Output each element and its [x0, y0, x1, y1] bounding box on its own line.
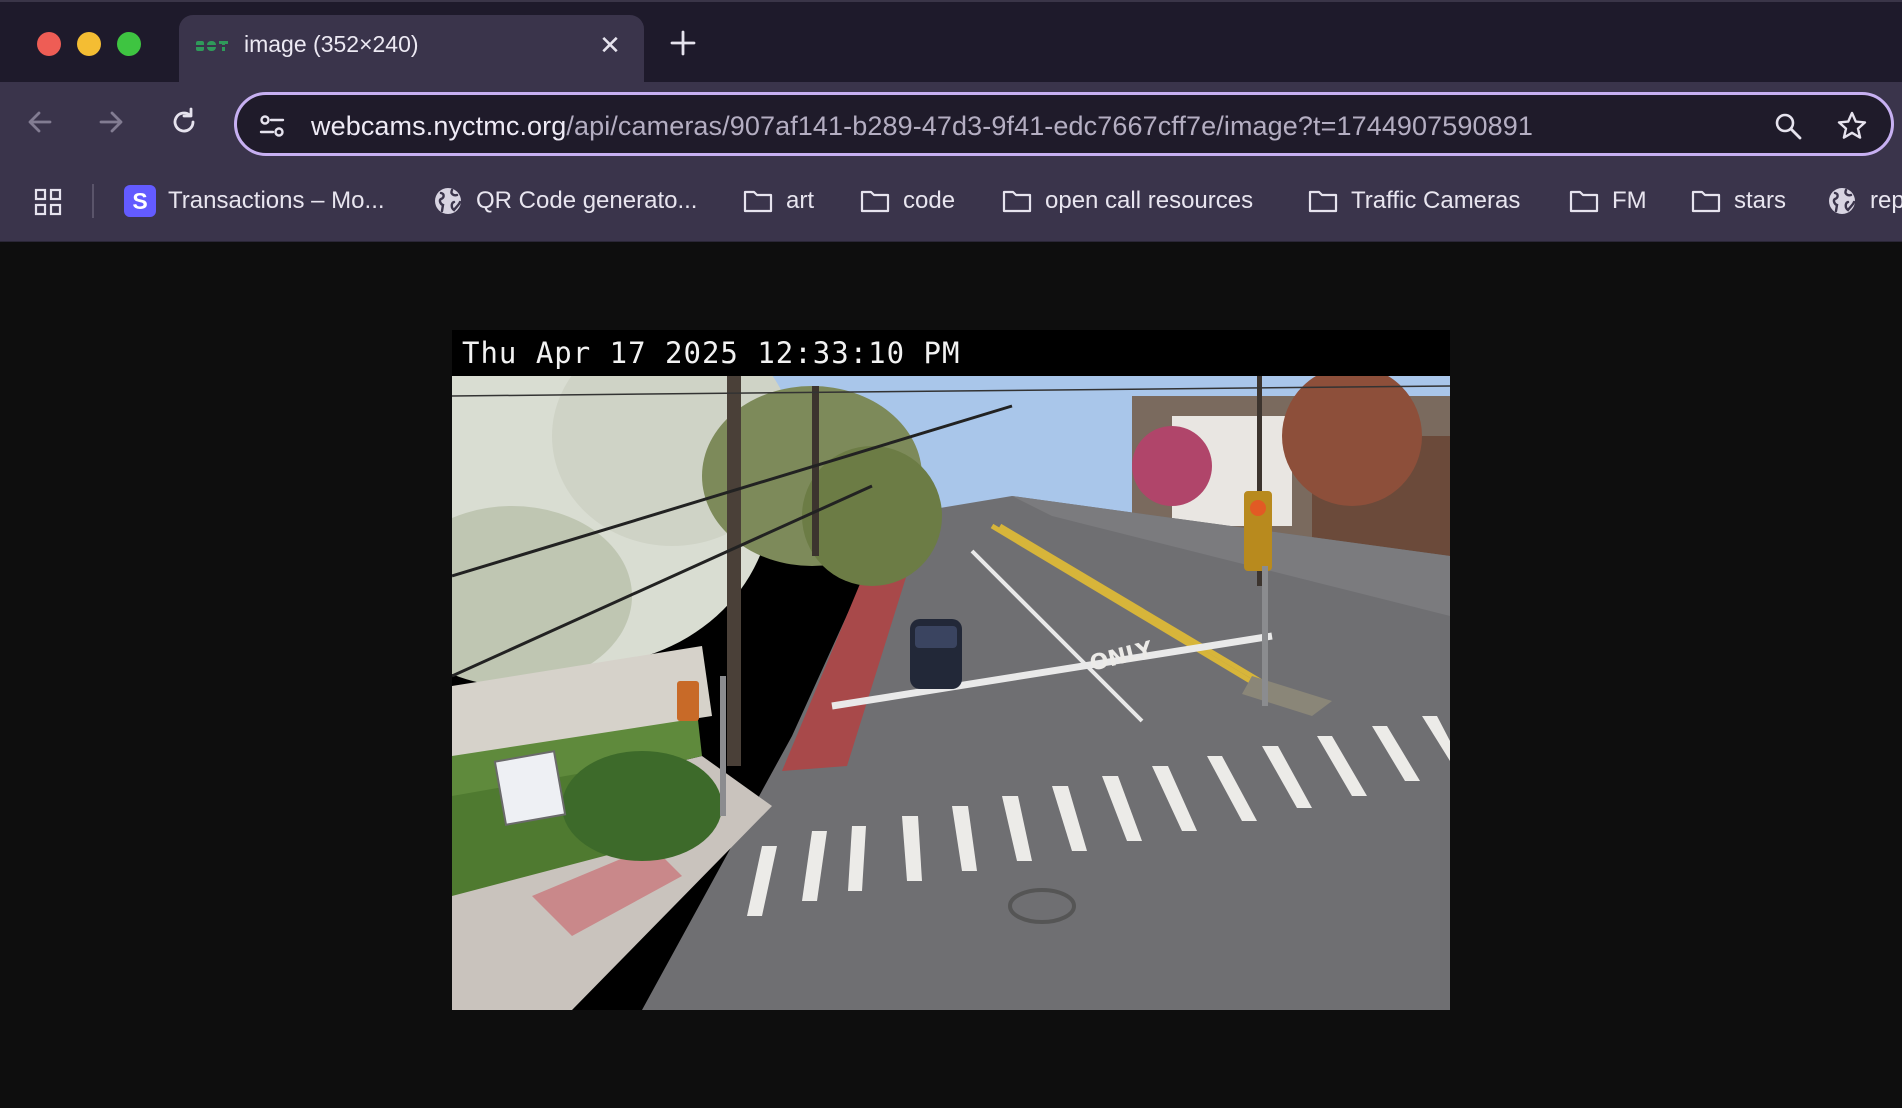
arrow-right-icon[interactable]: [93, 104, 129, 140]
camera-timestamp: Thu Apr 17 2025 12:33:10 PM: [462, 336, 961, 370]
plus-icon[interactable]: [668, 28, 698, 58]
active-tab[interactable]: image (352×240) ✕: [179, 15, 644, 84]
tab-strip: image (352×240) ✕: [0, 0, 1902, 84]
magnifier-icon[interactable]: [1773, 111, 1803, 141]
traffic-camera-image[interactable]: Thu Apr 17 2025 12:33:10 PM ONLY: [452, 330, 1450, 1010]
bookmark-label: art: [786, 187, 815, 214]
folder-icon: [1308, 190, 1338, 213]
globe-icon: [435, 188, 462, 214]
globe-icon: [1829, 188, 1856, 214]
page-viewport: Thu Apr 17 2025 12:33:10 PM ONLY: [0, 242, 1902, 1108]
street-intersection-scene: ONLY: [452, 376, 1450, 1010]
bookmark-label: open call resources: [1045, 187, 1254, 214]
star-icon[interactable]: [1835, 109, 1869, 143]
bookmark-folder-fm[interactable]: FM: [1568, 180, 1647, 222]
bookmark-label: rep: [1870, 187, 1902, 214]
bookmark-label: code: [903, 187, 956, 214]
bookmark-transactions[interactable]: S Transactions – Mo...: [124, 180, 385, 222]
bookmark-rep[interactable]: rep: [1826, 180, 1902, 222]
folder-icon: [743, 190, 773, 213]
bookmark-folder-stars[interactable]: stars: [1690, 180, 1786, 222]
bookmark-qr-code[interactable]: QR Code generato...: [432, 180, 697, 222]
arrow-left-icon[interactable]: [22, 104, 58, 140]
close-icon[interactable]: ✕: [596, 31, 624, 59]
bookmark-folder-open-call-resources[interactable]: open call resources: [1001, 180, 1253, 222]
bookmark-label: QR Code generato...: [476, 187, 698, 214]
bookmark-label: stars: [1734, 187, 1787, 214]
bookmark-label: Traffic Cameras: [1351, 187, 1521, 214]
stripe-s-icon: S: [124, 185, 156, 217]
window-close-button[interactable]: [37, 32, 61, 56]
bookmarks-divider: [92, 184, 94, 218]
url-text[interactable]: webcams.nyctmc.org/api/cameras/907af141-…: [311, 111, 1533, 142]
tune-icon[interactable]: [257, 111, 287, 141]
address-bar[interactable]: webcams.nyctmc.org/api/cameras/907af141-…: [234, 92, 1894, 156]
grid-icon[interactable]: [33, 187, 63, 217]
tab-title: image (352×240): [244, 31, 419, 57]
folder-icon: [1002, 190, 1032, 213]
url-domain: webcams.nyctmc.org: [311, 111, 567, 141]
window-zoom-button[interactable]: [117, 32, 141, 56]
bookmark-label: Transactions – Mo...: [168, 187, 385, 214]
reload-icon[interactable]: [166, 104, 202, 140]
url-path: /api/cameras/907af141-b289-47d3-9f41-edc…: [566, 111, 1533, 141]
folder-icon: [860, 190, 890, 213]
bookmark-folder-code[interactable]: code: [859, 180, 955, 222]
bookmark-label: FM: [1612, 187, 1647, 214]
window-minimize-button[interactable]: [77, 32, 101, 56]
folder-icon: [1691, 190, 1721, 213]
bookmark-folder-traffic-cameras[interactable]: Traffic Cameras: [1307, 180, 1520, 222]
bookmark-folder-art[interactable]: art: [742, 180, 814, 222]
folder-icon: [1569, 190, 1599, 213]
nyc-dot-favicon: [195, 41, 229, 51]
browser-toolbar: webcams.nyctmc.org/api/cameras/907af141-…: [0, 82, 1902, 162]
bookmarks-bar: S Transactions – Mo... QR Code generato.…: [0, 162, 1902, 242]
